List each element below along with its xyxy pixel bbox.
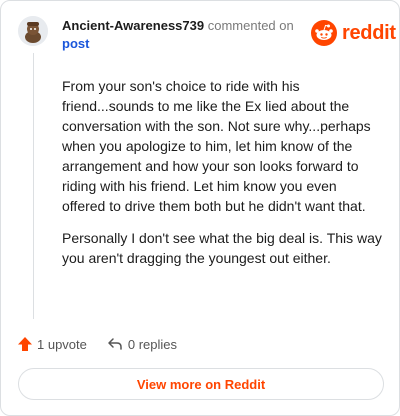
comment-actions: 1 upvote 0 replies: [17, 333, 177, 355]
avatar-icon: [18, 16, 48, 46]
upvote-button[interactable]: 1 upvote: [17, 336, 87, 352]
reddit-comment-embed: Ancient-Awareness739 commented on post r…: [0, 0, 400, 416]
reply-arrow-icon: [108, 338, 122, 350]
replies-count: 0 replies: [127, 336, 178, 352]
comment-header: Ancient-Awareness739 commented on post: [62, 17, 302, 53]
thread-line: [33, 53, 34, 319]
comment-paragraph: From your son's choice to ride with his …: [62, 78, 371, 214]
upvote-arrow-icon: [18, 337, 32, 351]
reddit-logo[interactable]: reddit: [311, 19, 396, 47]
username-link[interactable]: Ancient-Awareness739: [62, 18, 204, 33]
comment-body: From your son's choice to ride with his …: [62, 76, 382, 280]
reddit-snoo-icon: [311, 20, 337, 46]
comment-paragraph: Personally I don't see what the big deal…: [62, 230, 382, 266]
post-link[interactable]: post: [62, 35, 302, 53]
commented-on-text: commented on: [207, 18, 294, 33]
upvote-count: 1 upvote: [37, 336, 87, 352]
user-avatar[interactable]: [18, 16, 48, 46]
reddit-wordmark: reddit: [342, 21, 396, 44]
replies-button[interactable]: 0 replies: [107, 336, 177, 352]
view-more-button[interactable]: View more on Reddit: [18, 368, 384, 400]
